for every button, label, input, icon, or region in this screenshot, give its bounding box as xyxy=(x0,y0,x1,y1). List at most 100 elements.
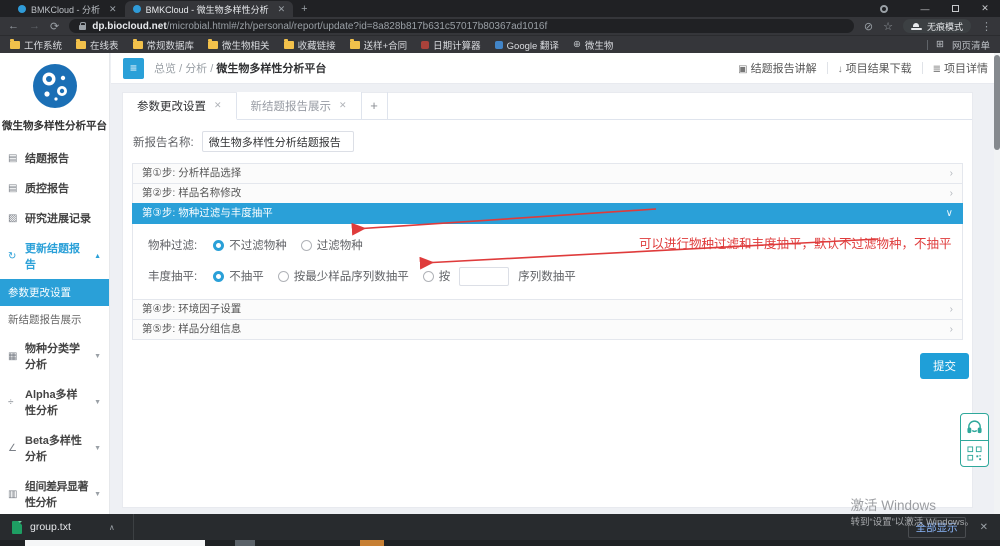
breadcrumb-analysis[interactable]: 分析 xyxy=(185,63,207,75)
browser-tab-microbial[interactable]: BMKCloud - 微生物多样性分析 ✕ xyxy=(125,1,294,17)
globe-icon: ⊕ xyxy=(573,39,581,50)
profile-icon[interactable] xyxy=(880,5,888,13)
content-card: 参数更改设置 ✕ 新结题报告展示 ✕ + 新报告名称: 第①步: 分析样品选择 xyxy=(122,92,973,508)
sidebar-subitem-parameter-settings[interactable]: 参数更改设置 xyxy=(0,279,109,306)
support-chat-button[interactable] xyxy=(961,414,988,440)
reload-icon[interactable]: ⟳ xyxy=(50,20,59,33)
step-env-factor[interactable]: 第④步: 环境因子设置 › xyxy=(132,299,963,320)
tab-parameter-settings[interactable]: 参数更改设置 ✕ xyxy=(123,93,237,120)
step-filter-rarefy[interactable]: 第③步: 物种过滤与丰度抽平 ∨ xyxy=(132,203,963,224)
report-lecture-button[interactable]: ▣结题报告讲解 xyxy=(738,60,816,76)
file-icon xyxy=(12,521,22,534)
breadcrumb: 总览 / 分析 / 微生物多样性分析平台 xyxy=(154,60,326,76)
chevron-down-icon: ▼ xyxy=(94,399,101,406)
sidebar-item-taxonomy[interactable]: 物种分类学分析 ▼ xyxy=(0,333,109,379)
project-download-button[interactable]: ↓项目结果下载 xyxy=(838,60,912,76)
sidebar-item-update-report[interactable]: 更新结题报告 ▲ xyxy=(0,233,109,279)
lock-icon[interactable] xyxy=(79,25,86,30)
hamburger-menu-icon[interactable]: ≡ xyxy=(123,58,144,79)
sidebar-subitem-new-report-view[interactable]: 新结题报告展示 xyxy=(0,306,109,333)
media-blocked-icon[interactable]: ⊘ xyxy=(864,20,873,33)
radio-unchecked-icon[interactable] xyxy=(301,240,312,251)
radio-checked-icon[interactable] xyxy=(213,240,224,251)
radio-no-rarefy[interactable]: 不抽平 xyxy=(213,268,264,284)
project-detail-button[interactable]: ≣项目详情 xyxy=(933,60,988,76)
step-sample-group[interactable]: 第⑤步: 样品分组信息 › xyxy=(132,319,963,340)
incognito-icon xyxy=(911,23,922,30)
lecture-icon: ▣ xyxy=(738,64,747,75)
bookmark-folder[interactable]: 送样+合同 xyxy=(350,38,408,52)
radio-checked-icon[interactable] xyxy=(213,271,224,282)
new-tab-button[interactable]: + xyxy=(301,3,307,15)
chevron-right-icon: › xyxy=(950,164,953,183)
tab-close-icon[interactable]: ✕ xyxy=(214,100,222,111)
radio-custom-rarefy[interactable]: 按 序列数抽平 xyxy=(423,267,576,286)
download-file-name[interactable]: group.txt xyxy=(30,521,71,533)
step-sample-rename[interactable]: 第②步: 样品名称修改 › xyxy=(132,183,963,204)
back-icon[interactable]: ← xyxy=(8,20,19,32)
bookmark-star-icon[interactable]: ☆ xyxy=(883,20,893,33)
folder-icon xyxy=(208,41,218,49)
radio-min-sample-rarefy[interactable]: 按最少样品序列数抽平 xyxy=(278,268,409,284)
tab-close-icon[interactable]: ✕ xyxy=(339,100,347,111)
bookmark-link[interactable]: Google 翻译 xyxy=(495,38,559,52)
qrcode-icon xyxy=(967,446,982,461)
tab-new-report-view[interactable]: 新结题报告展示 ✕ xyxy=(237,92,362,119)
bookmark-link[interactable]: ⊕微生物 xyxy=(573,38,613,52)
browser-tab-analysis[interactable]: BMKCloud - 分析 ✕ xyxy=(10,1,125,17)
report-name-label: 新报告名称: xyxy=(133,134,194,150)
submit-button[interactable]: 提交 xyxy=(920,353,969,379)
chevron-down-icon: ∨ xyxy=(946,204,953,223)
sidebar-item-group-diff[interactable]: 组间差异显著性分析 ▼ xyxy=(0,471,109,514)
close-download-bar-icon[interactable]: ✕ xyxy=(980,522,988,533)
folder-icon xyxy=(76,41,86,49)
chevron-up-icon[interactable]: ∧ xyxy=(109,523,115,532)
weblist-label[interactable]: 网页清单 xyxy=(952,38,990,52)
bookmark-link[interactable]: 日期计算器 xyxy=(421,38,481,52)
tab-close-icon[interactable]: ✕ xyxy=(278,4,286,15)
qrcode-button[interactable] xyxy=(961,440,988,466)
divider xyxy=(922,62,923,74)
forward-icon[interactable]: → xyxy=(29,20,40,32)
tab-close-icon[interactable]: ✕ xyxy=(109,4,117,15)
rarefy-count-input[interactable] xyxy=(459,267,509,286)
scrollbar-thumb[interactable] xyxy=(994,55,1000,150)
address-bar[interactable]: dp.biocloud.net/microbial.html#/zh/perso… xyxy=(69,19,854,33)
bookmark-folder[interactable]: 常规数据库 xyxy=(133,38,195,52)
alpha-icon xyxy=(8,397,19,408)
taskbar xyxy=(0,540,1000,546)
float-toolbox xyxy=(960,413,989,467)
taskbar-window-preview[interactable] xyxy=(25,540,205,546)
bookmark-folder[interactable]: 工作系统 xyxy=(10,38,62,52)
radio-unchecked-icon[interactable] xyxy=(423,271,434,282)
sidebar-item-beta[interactable]: Beta多样性分析 ▼ xyxy=(0,425,109,471)
bookmark-folder[interactable]: 在线表 xyxy=(76,38,119,52)
radio-filter[interactable]: 过滤物种 xyxy=(301,237,363,253)
page-topbar: ≡ 总览 / 分析 / 微生物多样性分析平台 ▣结题报告讲解 ↓项目结果下载 ≣… xyxy=(111,53,1000,84)
url-text: dp.biocloud.net/microbial.html#/zh/perso… xyxy=(92,21,547,32)
taskbar-item[interactable] xyxy=(360,540,384,546)
breadcrumb-overview[interactable]: 总览 xyxy=(154,63,176,75)
sidebar-item-progress[interactable]: 研究进展记录 xyxy=(0,203,109,233)
sidebar-item-alpha[interactable]: Alpha多样性分析 ▼ xyxy=(0,379,109,425)
sidebar-item-qc-report[interactable]: 质控报告 xyxy=(0,173,109,203)
minimize-button[interactable]: — xyxy=(910,0,940,17)
report-name-input[interactable] xyxy=(202,131,354,152)
content-tabs: 参数更改设置 ✕ 新结题报告展示 ✕ + xyxy=(123,93,972,120)
radio-no-filter[interactable]: 不过滤物种 xyxy=(213,237,287,253)
report-icon xyxy=(8,153,19,164)
menu-dots-icon[interactable]: ⋮ xyxy=(981,20,992,33)
divider xyxy=(927,40,928,50)
sidebar-item-report[interactable]: 结题报告 xyxy=(0,143,109,173)
bookmark-folder[interactable]: 收藏链接 xyxy=(284,38,336,52)
step-sample-select[interactable]: 第①步: 分析样品选择 › xyxy=(132,163,963,184)
scrollbar-track[interactable] xyxy=(994,53,1000,514)
maximize-button[interactable] xyxy=(940,0,970,17)
bookmark-folder[interactable]: 微生物相关 xyxy=(208,38,270,52)
taskbar-item[interactable] xyxy=(235,540,255,546)
breadcrumb-current: 微生物多样性分析平台 xyxy=(216,63,326,75)
radio-unchecked-icon[interactable] xyxy=(278,271,289,282)
add-tab-button[interactable]: + xyxy=(362,92,388,119)
detail-icon: ≣ xyxy=(933,64,941,75)
close-button[interactable]: ✕ xyxy=(970,0,1000,17)
